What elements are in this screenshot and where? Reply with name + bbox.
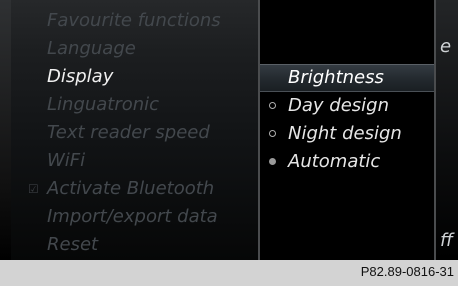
menu-item-display[interactable]: Display [0,63,258,91]
adjacent-menu-panel: e ff [436,0,458,260]
menu-item-linguatronic[interactable]: Linguatronic [0,91,258,119]
radio-selected-icon[interactable] [269,158,276,165]
display-submenu-panel: Brightness Day design Night design Autom… [260,0,434,260]
menu-item-text-reader-speed[interactable]: Text reader speed [0,119,258,147]
menu-item-label: Import/export data [47,206,218,227]
adjacent-menu-fragment: ff [440,230,453,251]
submenu-item-night-design[interactable]: Night design [260,120,434,148]
radio-button-icon[interactable] [269,102,276,109]
submenu-item-label: Brightness [288,67,384,88]
menu-item-label: Linguatronic [47,94,160,115]
menu-item-language[interactable]: Language [0,35,258,63]
system-menu: Favourite functions Language Display Lin… [0,7,258,259]
display-submenu: Brightness Day design Night design Autom… [260,64,434,176]
menu-item-reset[interactable]: Reset [0,231,258,259]
menu-item-activate-bluetooth[interactable]: ☑ Activate Bluetooth [0,175,258,203]
submenu-item-automatic[interactable]: Automatic [260,148,434,176]
figure-caption-bar: P82.89-0816-31 [0,260,458,286]
submenu-item-label: Night design [288,123,402,144]
menu-item-label: Text reader speed [47,122,210,143]
submenu-item-brightness[interactable]: Brightness [260,64,434,92]
menu-item-favourite-functions[interactable]: Favourite functions [0,7,258,35]
menu-item-label: Activate Bluetooth [47,178,215,199]
menu-item-label: Display [47,66,114,87]
menu-item-label: Language [47,38,136,59]
menu-item-import-export-data[interactable]: Import/export data [0,203,258,231]
menu-item-label: Reset [47,234,99,255]
adjacent-menu-fragment: e [440,36,452,57]
menu-item-wifi[interactable]: WiFi [0,147,258,175]
head-unit-screen: Favourite functions Language Display Lin… [0,0,458,260]
menu-item-label: WiFi [47,150,86,171]
submenu-item-day-design[interactable]: Day design [260,92,434,120]
radio-button-icon[interactable] [269,130,276,137]
figure-reference-code: P82.89-0816-31 [360,264,454,279]
menu-item-label: Favourite functions [47,10,221,31]
submenu-item-label: Day design [288,95,389,116]
submenu-item-label: Automatic [288,151,381,172]
checkbox-icon[interactable]: ☑ [28,175,39,203]
system-menu-panel: Favourite functions Language Display Lin… [0,0,258,260]
